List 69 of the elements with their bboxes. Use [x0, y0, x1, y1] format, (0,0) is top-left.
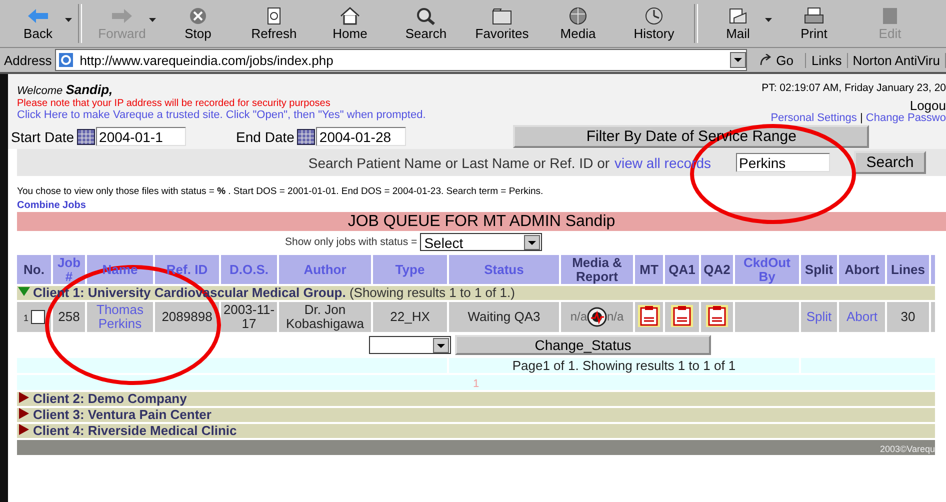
table-cell: 2003-11-17 [221, 302, 277, 332]
column-header [931, 255, 935, 284]
table-cell: 30 [887, 302, 929, 332]
search-label: Search Patient Name or Last Name or Ref. ID or [308, 154, 610, 170]
calendar-icon[interactable] [297, 128, 316, 144]
column-header: Lines [887, 255, 929, 284]
table-cell: 2089898 [155, 302, 219, 332]
column-header: Media & Report [561, 255, 633, 284]
clipboard-icon[interactable] [638, 304, 660, 326]
column-header: Split [801, 255, 837, 284]
table-cell: Waiting QA3 [449, 302, 559, 332]
table-cell [931, 302, 935, 332]
toolbar-icon [414, 6, 438, 26]
table-cell [735, 302, 799, 332]
column-header: QA2 [701, 255, 733, 284]
timestamp: PT: 02:19:07 AM, Friday January 23, 20 [762, 82, 946, 96]
start-date-label: Start Date [11, 128, 74, 144]
table-cell: Dr. Jon Kobashigawa [279, 302, 371, 332]
dropdown-icon [433, 338, 449, 353]
filter-summary: You chose to view only those files with status = % . Start DOS = 2001-01-01. End DOS = 2004-01-23. Search term = Perkins. [17, 186, 544, 199]
client-group-header[interactable]: Client 3: Ventura Pain Center [17, 408, 935, 422]
toolbar-icon [802, 6, 826, 26]
go-arrow-icon [759, 54, 774, 66]
media-player-icon[interactable] [587, 307, 607, 327]
status-filter-label: Show only jobs with status = [285, 236, 418, 248]
media-na-text: n/a [607, 309, 624, 324]
dropdown-icon[interactable] [730, 52, 746, 68]
change-password-link[interactable]: Change Passwo [866, 112, 946, 124]
status-filter-select[interactable]: Select [420, 233, 542, 251]
client-group-header[interactable]: Client 4: Riverside Medical Clinic [17, 424, 935, 438]
calendar-icon[interactable] [77, 128, 96, 144]
copyright-text: 2003©Varequ [880, 444, 935, 454]
client-group-header[interactable]: Client 2: Demo Company [17, 392, 935, 406]
trusted-site-link[interactable]: Click Here to make Vareque a trusted site. Click "Open", then "Yes" when prompted. [17, 109, 426, 121]
row-number-cell: 1 [17, 302, 51, 332]
logout-link[interactable]: Logou [762, 98, 946, 112]
queue-title-bar: JOB QUEUE FOR MT ADMIN Sandip [17, 212, 946, 231]
security-notice: Please note that your IP address will be recorded for security purposes [17, 98, 332, 109]
combine-jobs-link[interactable]: Combine Jobs [17, 200, 946, 212]
user-name: Sandip, [66, 82, 113, 97]
column-header: No. [17, 255, 51, 284]
change-status-button[interactable]: Change_Status [455, 335, 711, 355]
search-field[interactable]: Perkins [736, 153, 830, 172]
table-cell: 258 [53, 302, 85, 332]
toolbar-icon [26, 6, 50, 26]
clipboard-icon[interactable] [706, 304, 728, 326]
toolbar-icon [110, 6, 134, 26]
start-date-field[interactable]: 2004-01-1 [96, 127, 186, 146]
end-date-label: End Date [236, 128, 294, 144]
separator-text: | [860, 112, 863, 124]
search-button[interactable]: Search [854, 151, 926, 174]
toolbar-icon [490, 6, 514, 26]
table-cell: 22_HX [373, 302, 447, 332]
personal-settings-link[interactable]: Personal Settings [770, 112, 857, 124]
toolbar-icon [338, 6, 362, 26]
end-date-field[interactable]: 2004-01-28 [316, 127, 406, 146]
page-icon [58, 52, 74, 68]
column-header: MT [635, 255, 663, 284]
welcome-label: Welcome [17, 85, 63, 97]
dropdown-icon [524, 235, 540, 250]
column-header: Abort [839, 255, 885, 284]
media-na-text: n/a [570, 309, 587, 324]
clipboard-icon[interactable] [671, 304, 693, 326]
change-status-select[interactable] [369, 336, 451, 354]
url-field[interactable]: http://www.varequeindia.com/jobs/index.php [54, 49, 748, 71]
column-header: QA1 [665, 255, 699, 284]
row-checkbox[interactable] [30, 310, 44, 324]
pager-text: Page1 of 1. Showing results 1 to 1 of 1 [449, 358, 799, 373]
address-label: Address [3, 52, 53, 68]
